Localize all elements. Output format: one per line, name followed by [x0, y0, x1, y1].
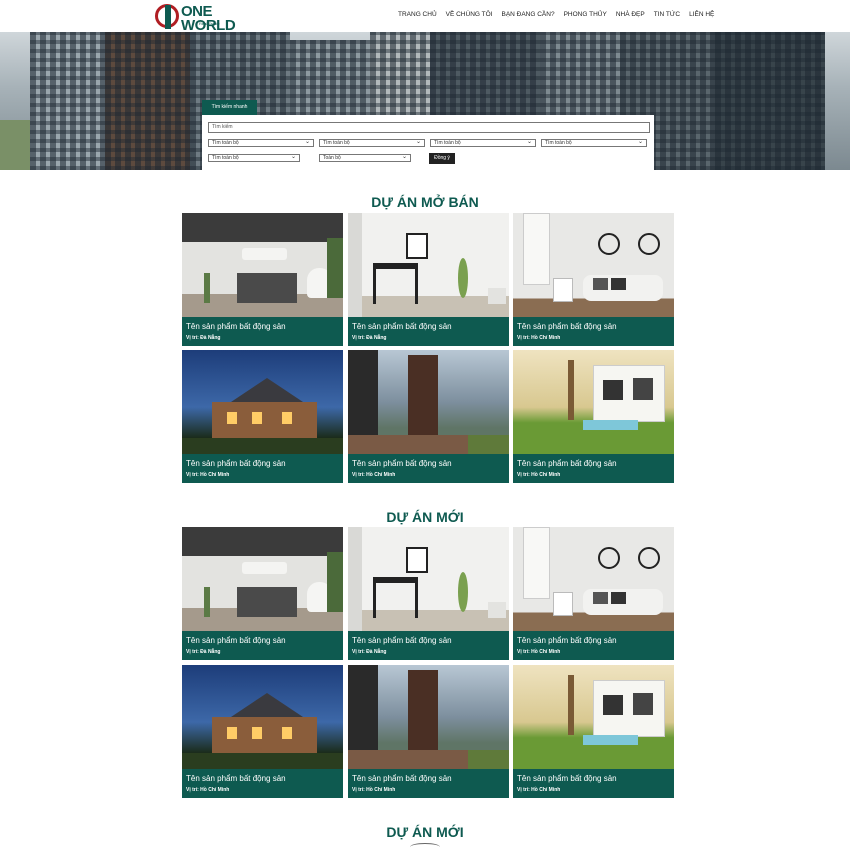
project-location: Vị trí: Hồ Chí Minh: [517, 472, 561, 478]
chevron-down-icon: ⌄: [637, 139, 643, 145]
project-name[interactable]: Tên sản phẩm bất động sản: [517, 322, 617, 331]
project-image: [348, 527, 509, 631]
project-image: [513, 527, 674, 631]
project-card[interactable]: Tên sản phẩm bất động sản Vị trí: Đà Nẵn…: [348, 213, 509, 346]
filter-select-2[interactable]: Tìm toàn bộ ⌄: [319, 139, 425, 147]
project-caption: Tên sản phẩm bất động sản Vị trí: Hồ Chí…: [182, 454, 343, 483]
project-caption: Tên sản phẩm bất động sản Vị trí: Hồ Chí…: [348, 454, 509, 483]
nav-item-fengshui[interactable]: PHONG THỦY: [564, 11, 607, 18]
project-location: Vị trí: Đà Nẵng: [352, 335, 387, 341]
project-image: [513, 350, 674, 454]
chevron-down-icon: ⌄: [290, 154, 296, 160]
project-card[interactable]: Tên sản phẩm bất động sản Vị trí: Đà Nẵn…: [182, 213, 343, 346]
project-image: [182, 665, 343, 769]
nav-item-contact[interactable]: LIÊN HỆ: [689, 11, 714, 18]
project-card[interactable]: Tên sản phẩm bất động sản Vị trí: Hồ Chí…: [348, 665, 509, 798]
project-caption: Tên sản phẩm bất động sản Vị trí: Hồ Chí…: [182, 769, 343, 798]
project-card[interactable]: Tên sản phẩm bất động sản Vị trí: Hồ Chí…: [513, 665, 674, 798]
project-name[interactable]: Tên sản phẩm bất động sản: [186, 459, 286, 468]
project-image: [182, 350, 343, 454]
project-location: Vị trí: Hồ Chí Minh: [186, 787, 230, 793]
project-location: Vị trí: Hồ Chí Minh: [517, 787, 561, 793]
project-image: [348, 213, 509, 317]
project-image: [348, 665, 509, 769]
nav-item-home[interactable]: TRANG CHỦ: [398, 11, 437, 18]
project-card[interactable]: Tên sản phẩm bất động sản Vị trí: Hồ Chí…: [513, 527, 674, 660]
project-caption: Tên sản phẩm bất động sản Vị trí: Đà Nẵn…: [182, 317, 343, 346]
search-submit-button[interactable]: Đồng ý: [429, 153, 455, 164]
project-location: Vị trí: Đà Nẵng: [186, 649, 221, 655]
project-card[interactable]: Tên sản phẩm bất động sản Vị trí: Hồ Chí…: [182, 665, 343, 798]
main-nav: TRANG CHỦ VỀ CHÚNG TÔI BẠN ĐANG CẦN? PHO…: [398, 11, 723, 18]
nav-item-news[interactable]: TIN TỨC: [654, 11, 680, 18]
search-input[interactable]: Tìm kiếm: [208, 122, 650, 133]
project-image: [182, 527, 343, 631]
filter-select-4[interactable]: Tìm toàn bộ ⌄: [541, 139, 647, 147]
project-name[interactable]: Tên sản phẩm bất động sản: [517, 459, 617, 468]
project-caption: Tên sản phẩm bất động sản Vị trí: Hồ Chí…: [513, 769, 674, 798]
nav-item-about[interactable]: VỀ CHÚNG TÔI: [446, 11, 493, 18]
project-image: [513, 213, 674, 317]
project-name[interactable]: Tên sản phẩm bất động sản: [352, 636, 452, 645]
quick-search-tab[interactable]: Tìm kiếm nhanh: [202, 100, 257, 115]
project-location: Vị trí: Đà Nẵng: [352, 649, 387, 655]
section-title-new-projects-2: DỰ ÁN MỚI: [386, 824, 464, 840]
project-name[interactable]: Tên sản phẩm bất động sản: [186, 774, 286, 783]
section-title-new-projects: DỰ ÁN MỚI: [386, 509, 464, 525]
project-image: [348, 350, 509, 454]
nav-item-houses[interactable]: NHÀ ĐẸP: [616, 11, 645, 18]
project-caption: Tên sản phẩm bất động sản Vị trí: Đà Nẵn…: [348, 317, 509, 346]
project-location: Vị trí: Hồ Chí Minh: [186, 472, 230, 478]
filter-select-3[interactable]: Tìm toàn bộ ⌄: [430, 139, 536, 147]
chevron-down-icon: ⌄: [304, 139, 310, 145]
project-card[interactable]: Tên sản phẩm bất động sản Vị trí: Hồ Chí…: [513, 213, 674, 346]
project-caption: Tên sản phẩm bất động sản Vị trí: Hồ Chí…: [513, 454, 674, 483]
project-card[interactable]: Tên sản phẩm bất động sản Vị trí: Hồ Chí…: [513, 350, 674, 483]
project-card[interactable]: Tên sản phẩm bất động sản Vị trí: Đà Nẵn…: [348, 527, 509, 660]
project-card[interactable]: Tên sản phẩm bất động sản Vị trí: Hồ Chí…: [182, 350, 343, 483]
project-name[interactable]: Tên sản phẩm bất động sản: [186, 322, 286, 331]
filter-select-1[interactable]: Tìm toàn bộ ⌄: [208, 139, 314, 147]
site-header: ONE WORLD Real Estate TRANG CHỦ VỀ CHÚNG…: [0, 0, 850, 33]
project-caption: Tên sản phẩm bất động sản Vị trí: Hồ Chí…: [513, 317, 674, 346]
project-caption: Tên sản phẩm bất động sản Vị trí: Đà Nẵn…: [348, 631, 509, 660]
project-name[interactable]: Tên sản phẩm bất động sản: [352, 774, 452, 783]
project-name[interactable]: Tên sản phẩm bất động sản: [517, 636, 617, 645]
chevron-down-icon: ⌄: [526, 139, 532, 145]
project-caption: Tên sản phẩm bất động sản Vị trí: Hồ Chí…: [348, 769, 509, 798]
logo-mark-icon: [155, 4, 179, 29]
chevron-down-icon: ⌄: [415, 139, 421, 145]
project-location: Vị trí: Hồ Chí Minh: [352, 787, 396, 793]
project-location: Vị trí: Hồ Chí Minh: [517, 335, 561, 341]
chevron-down-icon: ⌄: [401, 154, 407, 160]
project-name[interactable]: Tên sản phẩm bất động sản: [517, 774, 617, 783]
site-logo[interactable]: ONE WORLD Real Estate: [155, 3, 236, 33]
project-caption: Tên sản phẩm bất động sản Vị trí: Hồ Chí…: [513, 631, 674, 660]
filter-select-5[interactable]: Tìm toàn bộ ⌄: [208, 154, 300, 162]
project-location: Vị trí: Đà Nẵng: [186, 335, 221, 341]
filter-select-6[interactable]: Toàn bộ ⌄: [319, 154, 411, 162]
project-card[interactable]: Tên sản phẩm bất động sản Vị trí: Hồ Chí…: [348, 350, 509, 483]
project-location: Vị trí: Hồ Chí Minh: [517, 649, 561, 655]
project-location: Vị trí: Hồ Chí Minh: [352, 472, 396, 478]
project-name[interactable]: Tên sản phẩm bất động sản: [186, 636, 286, 645]
project-name[interactable]: Tên sản phẩm bất động sản: [352, 459, 452, 468]
section-title-open-sale: DỰ ÁN MỞ BÁN: [371, 194, 479, 210]
project-caption: Tên sản phẩm bất động sản Vị trí: Đà Nẵn…: [182, 631, 343, 660]
nav-item-needs[interactable]: BẠN ĐANG CẦN?: [501, 11, 554, 18]
project-image: [182, 213, 343, 317]
project-image: [513, 665, 674, 769]
logo-text: ONE WORLD: [181, 3, 236, 34]
project-card[interactable]: Tên sản phẩm bất động sản Vị trí: Đà Nẵn…: [182, 527, 343, 660]
project-name[interactable]: Tên sản phẩm bất động sản: [352, 322, 452, 331]
logo-subtitle: Real Estate: [199, 21, 220, 26]
